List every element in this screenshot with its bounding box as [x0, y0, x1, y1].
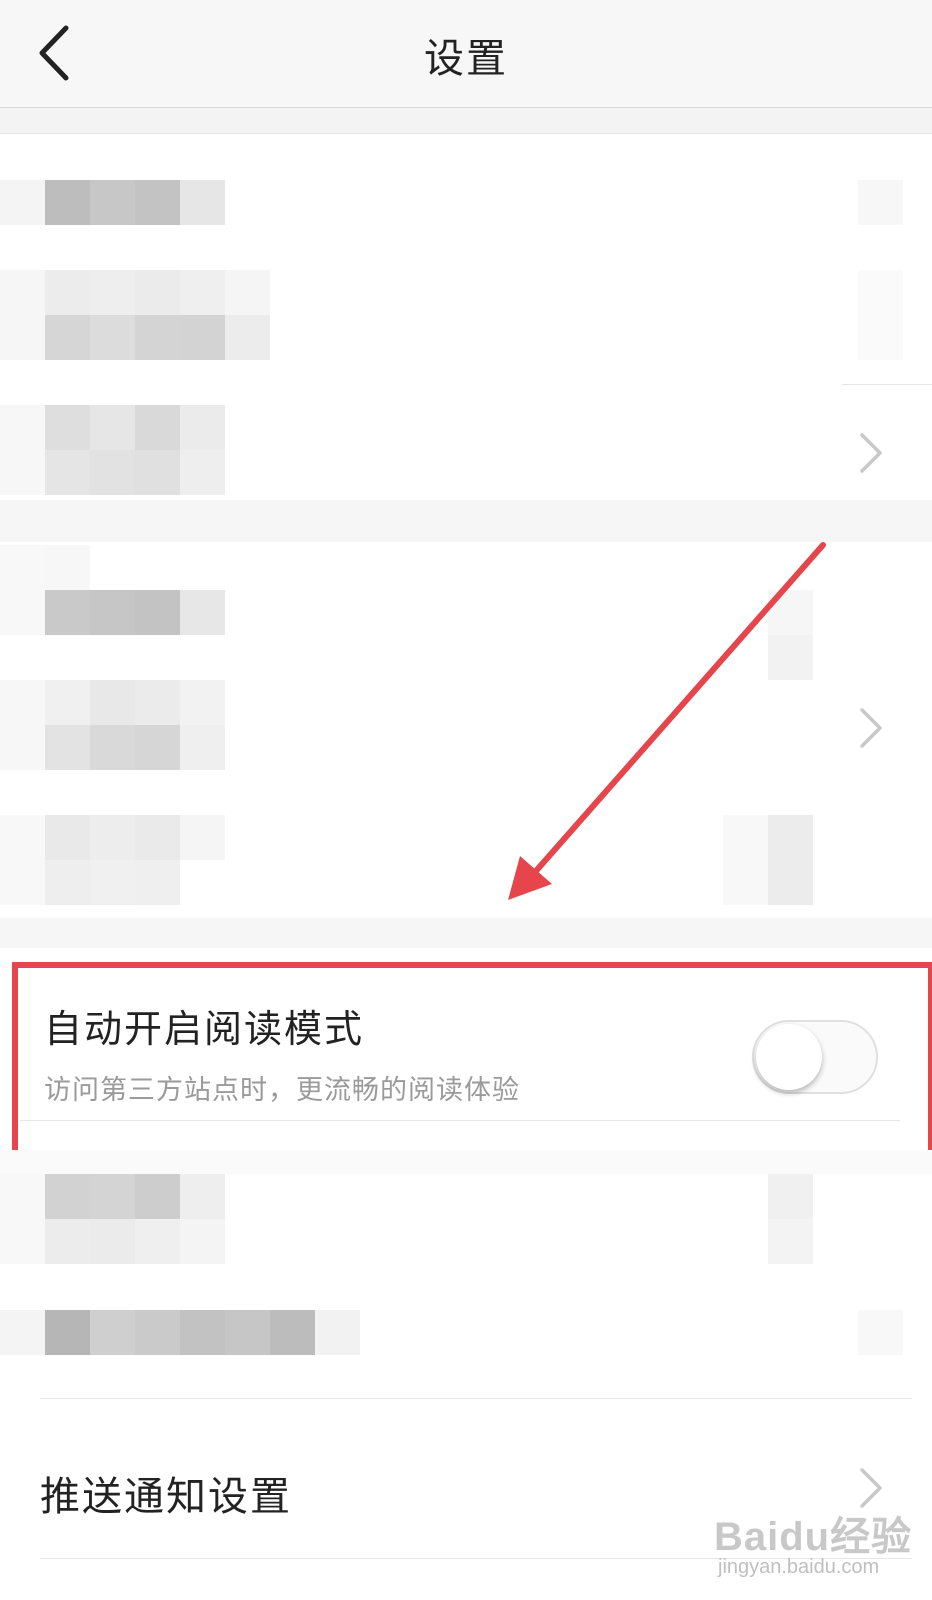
reading-mode-subtitle: 访问第三方站点时，更流畅的阅读体验 [44, 1075, 520, 1106]
section-divider [0, 918, 932, 948]
obscured-row-3[interactable] [0, 405, 932, 500]
row-divider [842, 384, 932, 385]
chevron-right-icon [860, 708, 882, 748]
reading-mode-toggle[interactable] [752, 1020, 878, 1094]
obscured-row-8[interactable] [0, 1310, 932, 1360]
page-title: 设置 [424, 36, 508, 82]
row-divider [40, 1558, 912, 1559]
section-divider [0, 108, 932, 134]
section-divider [0, 1150, 932, 1174]
obscured-row-4[interactable] [0, 545, 932, 680]
obscured-row-2[interactable] [0, 270, 932, 380]
toggle-knob [756, 1024, 822, 1090]
obscured-row-1[interactable] [0, 160, 932, 248]
reading-mode-title: 自动开启阅读模式 [44, 1007, 365, 1051]
obscured-row-6[interactable] [0, 815, 932, 910]
obscured-row-7[interactable] [0, 1174, 932, 1269]
chevron-right-icon [860, 1468, 882, 1508]
push-notification-settings-label: 推送通知设置 [40, 1474, 292, 1520]
section-divider [0, 500, 932, 542]
row-divider [40, 1398, 912, 1399]
nav-header: 设置 [0, 0, 932, 108]
chevron-right-icon [860, 433, 882, 473]
watermark-url: jingyan.baidu.com [718, 1556, 880, 1578]
obscured-row-5[interactable] [0, 680, 932, 775]
row-divider [20, 1120, 900, 1121]
push-notification-settings-row[interactable]: 推送通知设置 [0, 1420, 932, 1558]
